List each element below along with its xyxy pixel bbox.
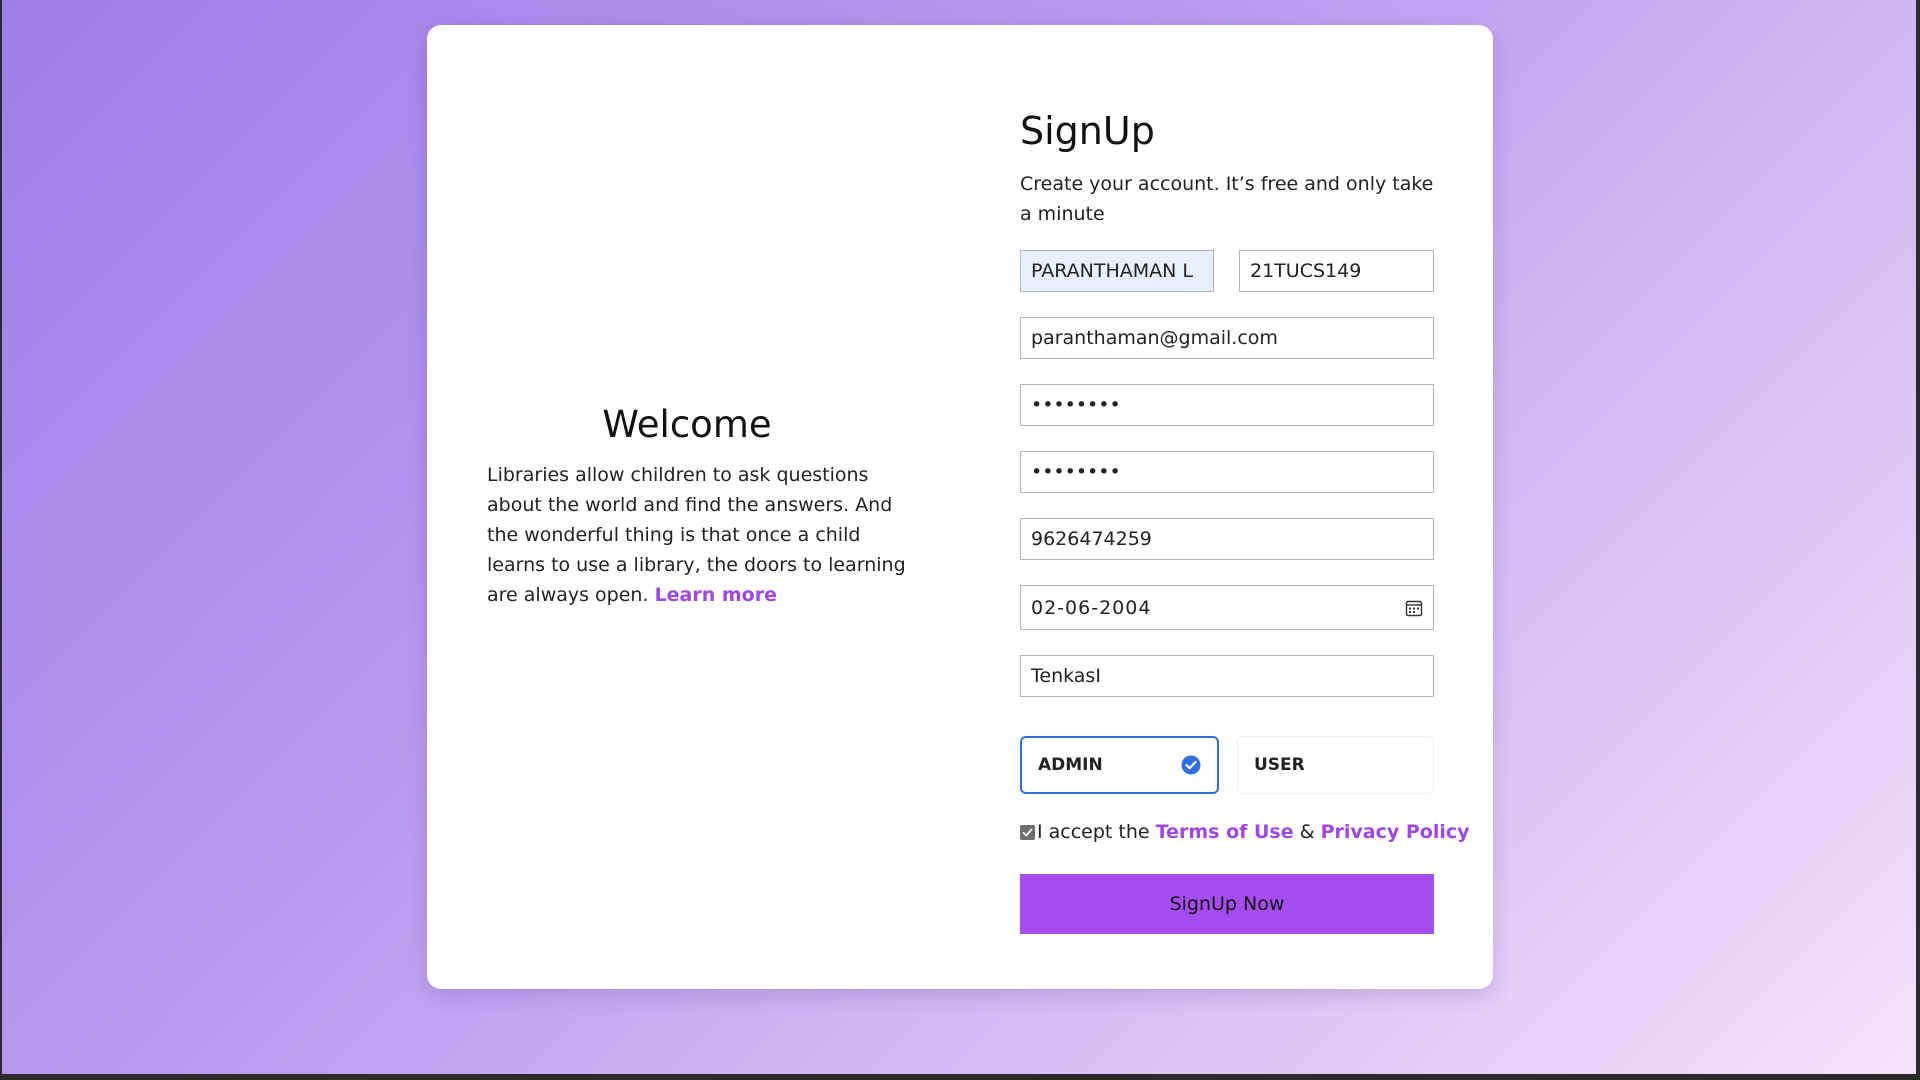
- signup-title: SignUp: [1020, 109, 1155, 153]
- role-user-option[interactable]: USER: [1237, 736, 1434, 794]
- calendar-icon[interactable]: [1405, 599, 1423, 617]
- city-input[interactable]: [1020, 655, 1434, 697]
- terms-row: I accept the Terms of Use & Privacy Poli…: [1020, 821, 1470, 843]
- privacy-policy-link[interactable]: Privacy Policy: [1321, 821, 1470, 843]
- dob-input[interactable]: 02-06-2004: [1020, 585, 1434, 630]
- welcome-text: Libraries allow children to ask question…: [487, 460, 907, 610]
- checkbox-checked-icon[interactable]: [1020, 824, 1035, 840]
- check-circle-icon: [1181, 755, 1201, 775]
- role-user-label: USER: [1254, 755, 1305, 775]
- signup-card: Welcome Libraries allow children to ask …: [427, 25, 1493, 989]
- dob-value: 02-06-2004: [1031, 596, 1152, 619]
- terms-and: &: [1299, 821, 1315, 843]
- terms-of-use-link[interactable]: Terms of Use: [1156, 821, 1294, 843]
- role-admin-option[interactable]: ADMIN: [1020, 736, 1219, 794]
- terms-prefix: I accept the: [1037, 821, 1150, 843]
- confirm-password-input[interactable]: [1020, 451, 1434, 493]
- welcome-panel: Welcome Libraries allow children to ask …: [487, 403, 907, 610]
- signup-header: SignUp Create your account. It’s free an…: [1020, 105, 1434, 229]
- learn-more-link[interactable]: Learn more: [655, 584, 777, 606]
- name-input[interactable]: [1020, 250, 1214, 292]
- signup-subtitle: Create your account. It’s free and only …: [1020, 173, 1434, 225]
- password-input[interactable]: [1020, 384, 1434, 426]
- signup-now-button[interactable]: SignUp Now: [1020, 874, 1434, 934]
- welcome-title: Welcome: [602, 403, 772, 446]
- phone-input[interactable]: [1020, 518, 1434, 560]
- roll-number-input[interactable]: [1239, 250, 1434, 292]
- page-background: Welcome Libraries allow children to ask …: [2, 0, 1916, 1074]
- email-input[interactable]: [1020, 317, 1434, 359]
- role-admin-label: ADMIN: [1038, 755, 1103, 775]
